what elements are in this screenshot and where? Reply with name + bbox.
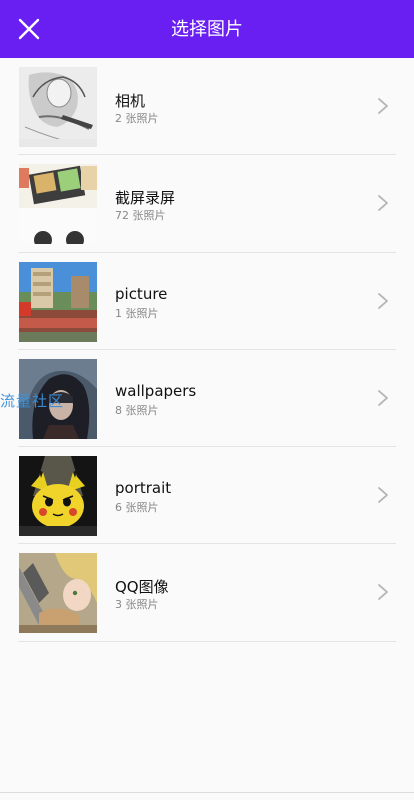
- album-thumbnail: [19, 261, 97, 342]
- page-title: 选择图片: [171, 19, 243, 40]
- album-row-picture[interactable]: picture 1 张照片: [0, 253, 414, 351]
- bottom-divider: [0, 792, 414, 793]
- watermark-text: 流量社区: [0, 392, 65, 410]
- album-name: portrait: [115, 479, 172, 498]
- top-bar: 选择图片: [0, 0, 414, 58]
- album-list: 相机 2 张照片 截屏录屏 72 张照片 picture 1 张照片 wallp…: [0, 58, 414, 643]
- album-count: 8 张照片: [115, 403, 159, 417]
- chevron-right-icon: [378, 98, 388, 114]
- chevron-right-icon: [378, 195, 388, 212]
- album-thumbnail: [19, 456, 97, 537]
- chevron-right-icon: [378, 292, 388, 309]
- album-row-portrait[interactable]: portrait 6 张照片: [0, 447, 414, 545]
- album-name: 截屏录屏: [115, 189, 176, 208]
- album-thumbnail: [19, 67, 97, 147]
- album-row-screenshots[interactable]: 截屏录屏 72 张照片: [0, 155, 414, 253]
- album-thumbnail: [19, 164, 97, 245]
- album-count: 72 张照片: [115, 209, 166, 223]
- album-count: 3 张照片: [115, 598, 159, 612]
- album-row-qq-images[interactable]: QQ图像 3 张照片: [0, 544, 414, 643]
- album-name: wallpapers: [115, 381, 197, 400]
- album-name: QQ图像: [115, 578, 169, 597]
- album-name: 相机: [115, 92, 146, 110]
- album-row-camera[interactable]: 相机 2 张照片: [0, 58, 414, 156]
- album-count: 6 张照片: [115, 501, 159, 515]
- album-name: picture: [115, 284, 168, 303]
- album-count: 1 张照片: [115, 306, 159, 320]
- chevron-right-icon: [378, 487, 388, 504]
- album-count: 2 张照片: [115, 112, 159, 125]
- chevron-right-icon: [378, 389, 388, 406]
- chevron-right-icon: [378, 584, 388, 601]
- album-thumbnail: [19, 553, 97, 634]
